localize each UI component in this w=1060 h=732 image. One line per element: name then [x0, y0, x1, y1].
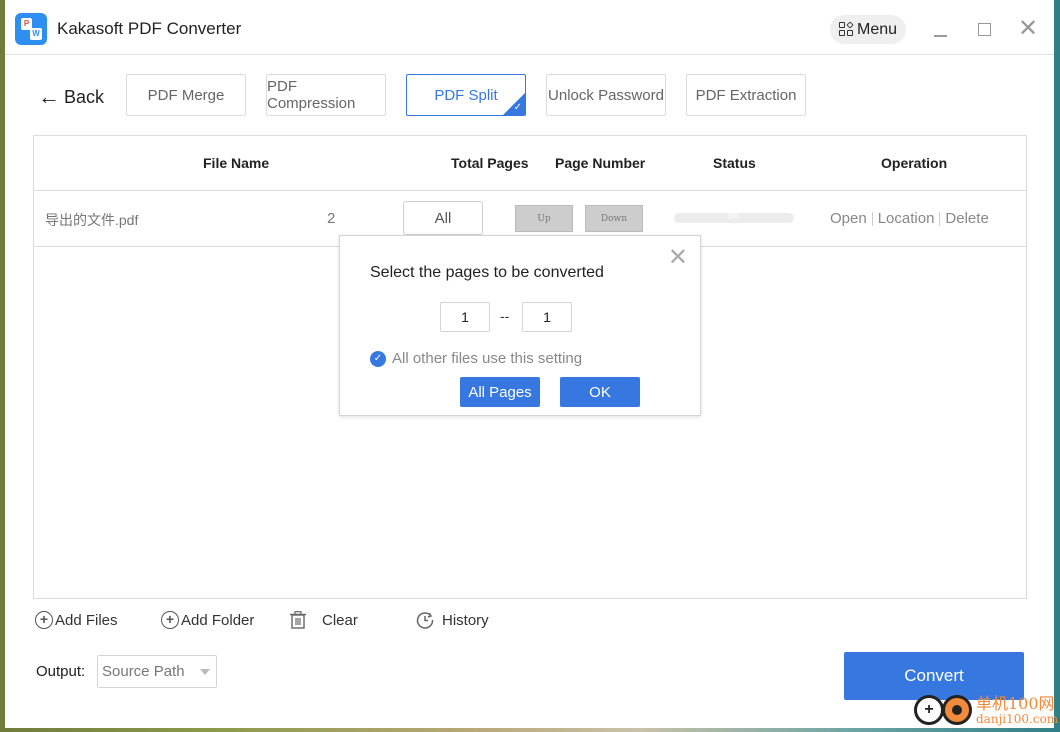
to-page-input[interactable]: [522, 302, 572, 332]
tab-label: PDF Compression: [267, 78, 356, 112]
tab-label: Unlock Password: [548, 86, 664, 104]
divider: [939, 211, 941, 226]
history-button[interactable]: History: [416, 611, 489, 629]
operation-links: Open Location Delete: [830, 210, 989, 227]
maximize-button[interactable]: [971, 16, 997, 42]
add-files-button[interactable]: + Add Files: [35, 611, 118, 629]
output-label: Output:: [36, 663, 86, 680]
trash-icon: [290, 611, 306, 629]
apply-all-checkbox[interactable]: ✓ All other files use this setting: [370, 350, 582, 367]
divider: [871, 211, 873, 226]
watermark-text-cn: 单机100网: [976, 694, 1055, 713]
apply-all-label: All other files use this setting: [392, 350, 583, 367]
ok-button[interactable]: OK: [560, 377, 640, 407]
logo-letter-w: W: [30, 28, 42, 40]
page-selection-button[interactable]: All: [403, 201, 483, 235]
open-link[interactable]: Open: [830, 210, 867, 227]
all-pages-button[interactable]: All Pages: [460, 377, 540, 407]
dropdown-arrow-icon: [200, 669, 210, 675]
tab-label: PDF Extraction: [695, 86, 797, 104]
clear-label: Clear: [322, 611, 358, 629]
header-page-number: Page Number: [555, 155, 646, 171]
back-label: Back: [64, 86, 105, 107]
clear-button[interactable]: Clear: [290, 611, 358, 629]
tab-pdf-compression[interactable]: PDF Compression: [266, 74, 386, 116]
delete-link[interactable]: Delete: [945, 210, 988, 227]
from-page-input[interactable]: [440, 302, 490, 332]
watermark-text-url: danji100.com: [976, 712, 1059, 726]
header-file-name: File Name: [203, 155, 270, 171]
watermark-dot-icon: [942, 695, 972, 725]
output-path-select[interactable]: Source Path: [97, 655, 217, 688]
minimize-button[interactable]: [927, 16, 953, 42]
site-watermark: + 单机100网 danji100.com: [908, 690, 1060, 732]
header-operation: Operation: [881, 155, 948, 171]
checked-circle-icon: ✓: [370, 350, 386, 367]
plus-circle-icon: +: [35, 611, 53, 629]
dialog-close-icon[interactable]: ✕: [668, 246, 688, 270]
range-separator: --: [500, 308, 510, 324]
back-button[interactable]: ← Back: [38, 84, 104, 110]
menu-label: Menu: [856, 20, 898, 38]
app-title: Kakasoft PDF Converter: [57, 19, 242, 38]
watermark-plus-icon: +: [914, 695, 944, 725]
move-up-button[interactable]: Up: [515, 205, 573, 232]
history-clock-icon: [416, 612, 434, 629]
file-name-cell: 导出的文件.pdf: [45, 212, 139, 228]
location-link[interactable]: Location: [878, 210, 935, 227]
dialog-title: Select the pages to be converted: [370, 264, 604, 281]
arrow-left-icon: ←: [38, 84, 60, 109]
add-folder-label: Add Folder: [181, 611, 255, 629]
tab-unlock-password[interactable]: Unlock Password: [546, 74, 666, 116]
menu-button[interactable]: Menu: [830, 15, 906, 44]
tab-label: PDF Split: [434, 86, 498, 104]
progress-text: 0%: [728, 212, 740, 221]
checkmark-icon: ✓: [513, 102, 522, 113]
add-folder-button[interactable]: + Add Folder: [161, 611, 254, 629]
app-window: P W Kakasoft PDF Converter Menu ✕ ← Back…: [5, 0, 1054, 728]
plus-circle-icon: +: [161, 611, 179, 629]
status-progress-bar: 0%: [674, 212, 794, 223]
title-bar: P W Kakasoft PDF Converter Menu ✕: [5, 0, 1054, 55]
table-header: File Name Total Pages Page Number Status…: [34, 136, 1026, 191]
tab-pdf-merge[interactable]: PDF Merge: [126, 74, 246, 116]
tab-pdf-extraction[interactable]: PDF Extraction: [686, 74, 806, 116]
tab-label: PDF Merge: [147, 86, 225, 104]
close-window-button[interactable]: ✕: [1015, 16, 1041, 42]
header-status: Status: [713, 155, 756, 171]
tab-pdf-split[interactable]: PDF Split ✓: [406, 74, 526, 116]
total-pages-cell: 2: [327, 210, 336, 227]
move-down-button[interactable]: Down: [585, 205, 643, 232]
history-label: History: [442, 611, 489, 629]
add-files-label: Add Files: [55, 611, 118, 629]
app-logo-icon: P W: [15, 13, 47, 45]
page-range-dialog: ✕ Select the pages to be converted -- ✓ …: [339, 235, 701, 416]
header-total-pages: Total Pages: [451, 155, 529, 171]
grid-menu-icon: [838, 20, 855, 38]
output-select-value: Source Path: [102, 663, 185, 680]
